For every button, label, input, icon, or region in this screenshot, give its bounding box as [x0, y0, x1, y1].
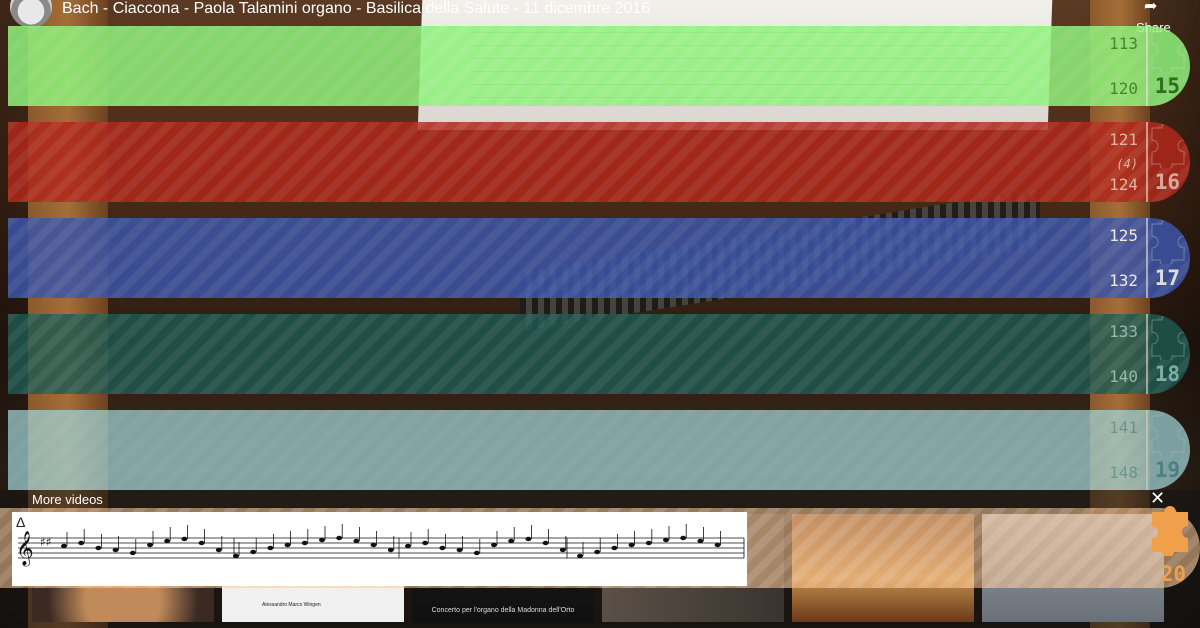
puzzle-piece-icon[interactable] [1146, 26, 1190, 72]
score-note [319, 537, 325, 543]
measure-end: 140 [1109, 367, 1138, 386]
score-note [491, 542, 497, 548]
score-note [542, 540, 549, 546]
score-note [439, 545, 446, 551]
measure-end: 148 [1109, 463, 1138, 482]
puzzle-piece-icon[interactable] [1146, 218, 1190, 264]
score-note [353, 538, 360, 544]
measure-start: 133 [1109, 322, 1138, 341]
section-number: 16 [1154, 170, 1180, 194]
section-band[interactable]: 141 148 19 [8, 410, 1190, 490]
score-note [714, 542, 721, 548]
score-note [215, 547, 222, 553]
section-band[interactable]: 121 (4) 124 16 [8, 122, 1190, 202]
measure-start: 121 [1109, 130, 1138, 149]
score-note [147, 542, 153, 548]
measure-start: 113 [1109, 34, 1138, 53]
puzzle-piece-icon[interactable] [1146, 122, 1190, 168]
section-band[interactable]: 113 120 15 [8, 26, 1190, 106]
score-note [525, 536, 532, 542]
repeat-count: (4) [1116, 157, 1138, 171]
section-number: 18 [1154, 362, 1180, 386]
thumbnail-sublabel: Alessandro Marco Wingen [262, 602, 321, 608]
band-stripes [8, 26, 1190, 106]
score-note [198, 540, 205, 546]
section-band[interactable]: 133 140 18 [8, 314, 1190, 394]
band-stripes [8, 314, 1190, 394]
score-note [405, 543, 411, 549]
score-note [387, 547, 394, 553]
puzzle-piece-icon[interactable] [1146, 410, 1190, 456]
score-note [594, 549, 601, 555]
measure-end: 132 [1109, 271, 1138, 290]
measure-start: 141 [1109, 418, 1138, 437]
score-note [663, 537, 669, 543]
score-note [129, 550, 136, 556]
section-number: 17 [1154, 266, 1180, 290]
title-bar: Bach - Ciaccona - Paola Talamini organo … [0, 0, 1200, 35]
score-note [577, 553, 583, 559]
band-stripes [8, 218, 1190, 298]
score-note [370, 542, 377, 548]
section-number-current: 20 [1160, 562, 1186, 586]
band-stripes [8, 410, 1190, 490]
score-note [61, 543, 67, 549]
svg-text:♯♯: ♯♯ [40, 535, 52, 549]
score-note [164, 538, 171, 544]
score-note [456, 547, 463, 553]
section-number: 19 [1154, 458, 1180, 482]
score-note [508, 538, 515, 544]
score-note [233, 553, 239, 559]
score-note [645, 540, 652, 546]
measure-start: 125 [1109, 226, 1138, 245]
score-note [78, 540, 85, 546]
score-note [95, 545, 102, 551]
score-delta-symbol: Δ [16, 514, 26, 530]
measure-end: 124 [1109, 175, 1138, 194]
section-band[interactable]: 125 132 17 [8, 218, 1190, 298]
thumbnail-caption: Concerto per l'organo della Madonna dell… [431, 607, 575, 614]
score-note [336, 535, 343, 541]
score-note [301, 540, 308, 546]
band-stripes [8, 122, 1190, 202]
svg-text:𝄞: 𝄞 [16, 531, 34, 567]
score-note [611, 545, 618, 551]
score-note [284, 542, 291, 548]
score-note [112, 547, 119, 553]
score-note [422, 540, 429, 546]
score-strip: 𝄞 ♯♯ [12, 512, 747, 586]
more-videos-label: More videos [32, 492, 103, 507]
close-icon[interactable]: ✕ [1150, 488, 1165, 509]
puzzle-piece-icon[interactable] [1146, 314, 1190, 360]
score-note [267, 545, 274, 551]
score-note [680, 535, 687, 541]
section-number: 15 [1154, 74, 1180, 98]
measure-end: 120 [1109, 79, 1138, 98]
score-note [697, 538, 704, 544]
score-note [628, 542, 635, 548]
share-arrow-icon: ➦ [1144, 0, 1158, 15]
score-note [473, 550, 480, 556]
video-title[interactable]: Bach - Ciaccona - Paola Talamini organo … [62, 0, 650, 18]
score-note [559, 547, 566, 553]
score-note [181, 536, 188, 542]
score-note [250, 549, 257, 555]
